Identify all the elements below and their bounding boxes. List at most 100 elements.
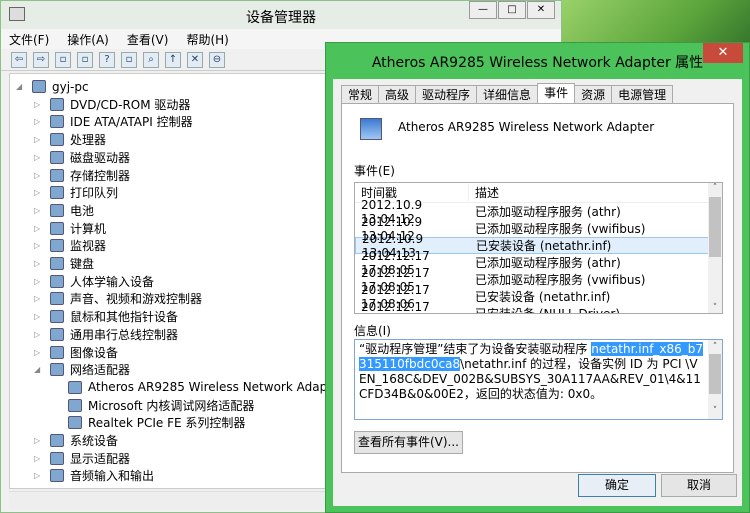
expand-arrow-icon[interactable]: ▷ [34,294,46,303]
tree-node-category[interactable]: ◢ 网络适配器 [34,361,130,378]
event-desc: 已添加驱动程序服务 (vwifibus) [475,273,646,287]
tree-node-category[interactable]: ▷ 音频输入和输出 [34,467,154,484]
menu-help[interactable]: 帮助(H) [186,31,228,48]
tab-0[interactable]: 常规 [341,85,380,104]
tree-node-label: 系统设备 [70,434,119,448]
tree-node-label: 磁盘驱动器 [70,150,131,165]
tree-node-category[interactable]: ▷ 计算机 [34,220,106,237]
expand-arrow-icon[interactable]: ▷ [34,241,46,250]
tree-node-label: 显示适配器 [70,451,131,466]
tree-node-label: 打印队列 [70,186,119,201]
device-name: Atheros AR9285 Wireless Network Adapter [398,120,655,134]
info-label: 信息(I) [354,324,391,338]
collapse-arrow-icon[interactable]: ◢ [16,82,28,91]
forward-icon[interactable]: ⇨ [33,51,49,68]
disable-device-icon[interactable]: ✕ [187,51,203,68]
tree-node-category[interactable]: ▷ DVD/CD-ROM 驱动器 [34,96,190,113]
expand-arrow-icon[interactable]: ▷ [34,454,46,463]
expand-arrow-icon[interactable]: ▷ [34,436,46,445]
device-category-icon [68,380,82,394]
tree-node-category[interactable]: ▷ 处理器 [34,131,106,148]
expand-arrow-icon[interactable]: ▷ [34,348,46,357]
expand-arrow-icon[interactable]: ▷ [34,206,46,215]
menu-action[interactable]: 操作(A) [67,31,109,48]
maximize-button[interactable]: □ [498,1,526,19]
tab-3[interactable]: 详细信息 [476,85,539,104]
tree-node-category[interactable]: ▷ 显示适配器 [34,450,130,467]
expand-arrow-icon[interactable]: ▷ [34,224,46,233]
menu-view[interactable]: 查看(V) [127,31,169,48]
event-desc: 已添加驱动程序服务 (athr) [475,256,621,270]
network-adapter-icon [360,118,382,140]
tree-node-category[interactable]: ▷ 电池 [34,202,94,219]
tree-node-label: Realtek PCIe FE 系列控制器 [88,416,246,431]
tree-node-category[interactable]: ▷ 系统设备 [34,432,118,449]
tree-node-device[interactable]: Realtek PCIe FE 系列控制器 [52,414,245,431]
tree-node-label: IDE ATA/ATAPI 控制器 [70,115,193,130]
expand-arrow-icon[interactable]: ▷ [34,277,46,286]
tree-node-category[interactable]: ▷ 监视器 [34,237,106,254]
tree-node-label: 通用串行总线控制器 [70,327,179,342]
tree-node-category[interactable]: ▷ 打印队列 [34,184,118,201]
tree-node-category[interactable]: ▷ 键盘 [34,255,94,272]
dialog-close-button[interactable]: ✕ [703,43,743,63]
device-category-icon [32,80,46,93]
tree-node-category[interactable]: ▷ 磁盘驱动器 [34,149,130,166]
device-category-icon [50,97,64,111]
tree-node-device[interactable]: Microsoft 内核调试网络适配器 [52,397,254,414]
action-pane-icon[interactable]: ▫ [121,51,137,68]
expand-arrow-icon[interactable]: ▷ [34,171,46,180]
tab-1[interactable]: 高级 [378,85,417,104]
cancel-button[interactable]: 取消 [661,474,737,497]
tree-node-category[interactable]: ▷ 声音、视频和游戏控制器 [34,290,202,307]
view-all-events-button[interactable]: 查看所有事件(V)... [354,431,463,454]
expand-arrow-icon[interactable]: ▷ [34,471,46,480]
device-category-icon [50,221,64,235]
expand-arrow-icon[interactable]: ▷ [34,259,46,268]
show-hide-console-tree-icon[interactable]: ▫ [55,51,71,68]
event-row[interactable]: 2012.12.17 17:23:57 已安装设备 (NULL Driver) [355,300,722,314]
uninstall-device-icon[interactable]: ⊖ [209,51,225,68]
events-list[interactable]: 时间戳 描述 2012.10.9 13:04:12 已添加驱动程序服务 (athr… [354,182,723,314]
info-textbox[interactable]: “驱动程序管理”结束了为设备安装驱动程序 netathr.inf_x86_b73… [354,339,723,420]
column-description[interactable]: 描述 [469,184,722,201]
help-icon[interactable]: ? [99,51,115,68]
ok-button[interactable]: 确定 [578,474,656,497]
expand-arrow-icon[interactable]: ▷ [34,135,46,144]
close-button[interactable]: ✕ [527,1,555,19]
tree-node-label: 网络适配器 [70,363,131,378]
tab-5[interactable]: 资源 [574,85,613,104]
menu-file[interactable]: 文件(F) [9,31,49,48]
tree-node-computer[interactable]: ◢ gyj-pc [16,78,89,95]
tree-node-category[interactable]: ▷ 通用串行总线控制器 [34,326,178,343]
expand-arrow-icon[interactable]: ▷ [34,312,46,321]
tree-node-label: 人体学输入设备 [70,274,155,289]
tree-node-device[interactable]: Atheros AR9285 Wireless Network Adapter [52,379,344,396]
tree-node-category[interactable]: ▷ 图像设备 [34,344,118,361]
scan-hardware-icon[interactable]: ⌕ [143,51,159,68]
info-scrollbar[interactable]: ˄ ˅ [708,340,722,419]
tab-strip: 常规 高级 驱动程序 详细信息 事件 资源 电源管理 [341,83,674,105]
collapse-arrow-icon[interactable]: ◢ [34,365,46,374]
back-icon[interactable]: ⇦ [11,51,27,68]
minimize-button[interactable]: — [469,1,497,19]
tab-2[interactable]: 驱动程序 [415,85,478,104]
expand-arrow-icon[interactable]: ▷ [34,100,46,109]
events-scrollbar[interactable]: ˄ ˅ [708,183,722,313]
properties-icon[interactable]: ▫ [77,51,93,68]
tree-node-category[interactable]: ▷ IDE ATA/ATAPI 控制器 [34,113,193,130]
tree-node-category[interactable]: ▷ 人体学输入设备 [34,273,154,290]
tree-node-label: DVD/CD-ROM 驱动器 [70,97,191,112]
expand-arrow-icon[interactable]: ▷ [34,330,46,339]
expand-arrow-icon[interactable]: ▷ [34,153,46,162]
tab-4[interactable]: 事件 [537,83,576,105]
tree-node-label: Atheros AR9285 Wireless Network Adapter [88,380,345,395]
tree-node-category[interactable]: ▷ 存储控制器 [34,167,130,184]
device-category-icon [50,327,64,341]
tree-node-category[interactable]: ▷ 鼠标和其他指针设备 [34,308,178,325]
update-driver-icon[interactable]: ↑ [165,51,181,68]
device-category-icon [50,203,64,217]
tab-6[interactable]: 电源管理 [611,85,674,104]
expand-arrow-icon[interactable]: ▷ [34,117,46,126]
expand-arrow-icon[interactable]: ▷ [34,188,46,197]
